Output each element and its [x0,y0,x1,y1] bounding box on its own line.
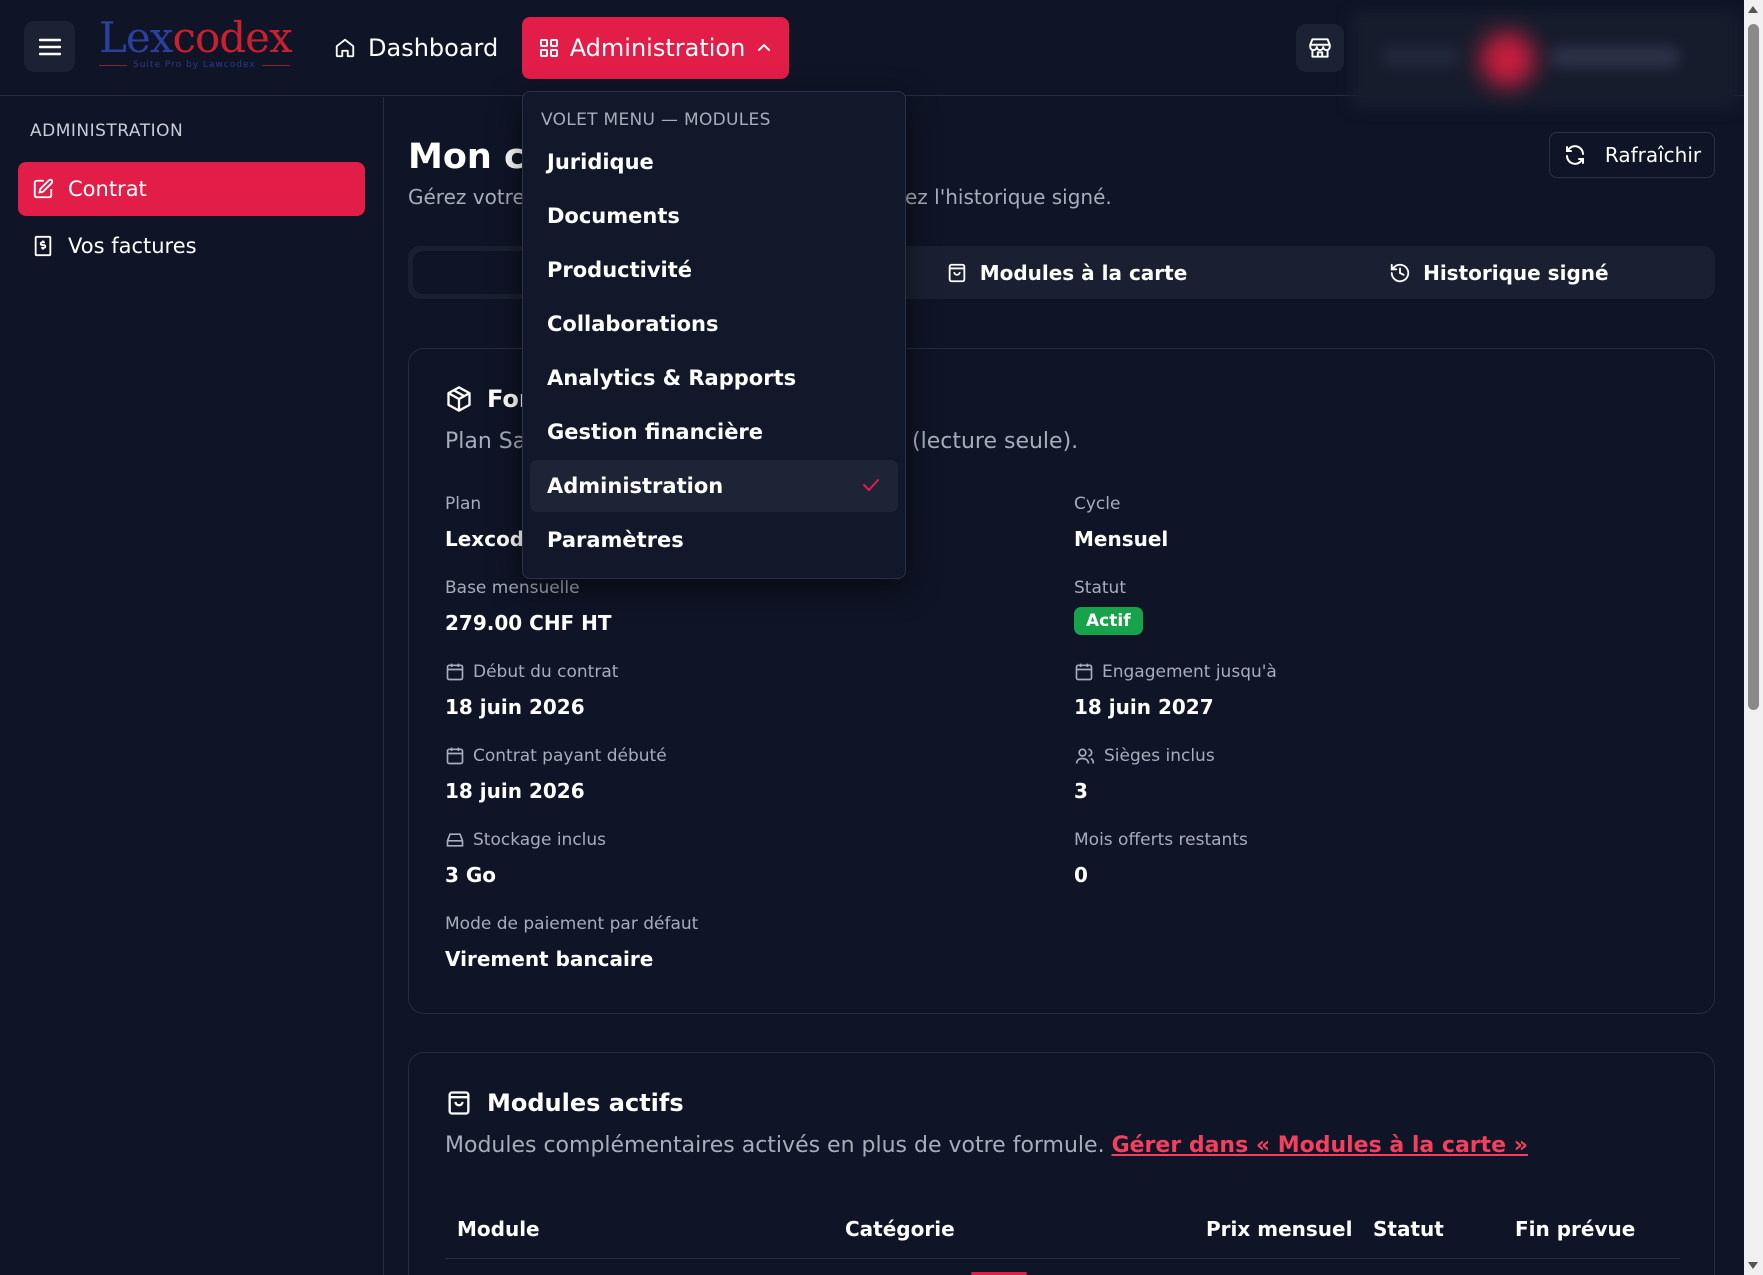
column-header-module[interactable]: Module [457,1217,540,1241]
store-button[interactable] [1296,24,1344,72]
top-header: Lexcodex Suite Pro by Lawcodex Dashboard… [0,0,1744,110]
menu-item-parametres[interactable]: Paramètres [530,514,898,566]
table-header-divider [445,1258,1680,1259]
hamburger-icon [38,38,61,55]
tab-label: Historique signé [1423,260,1609,285]
menu-item-productivite[interactable]: Productivité [530,244,898,296]
field-statut: Statut Actif [1074,577,1634,635]
nav-administration-button[interactable]: Administration [522,17,789,79]
formula-card-subtitle-left: Plan Sa [445,429,527,454]
page-subtitle-left: Gérez votre [408,185,525,209]
menu-item-analytics[interactable]: Analytics & Rapports [530,352,898,404]
sidebar-item-label: Contrat [68,177,147,201]
manage-modules-link[interactable]: Gérer dans « Modules à la carte » [1112,1133,1528,1158]
contract-edit-icon [33,178,54,199]
grid-icon [539,39,558,57]
field-sieges: Sièges inclus 3 [1074,746,1215,803]
tab-modules-a-la-carte[interactable]: Modules à la carte [850,246,1282,299]
shopping-bag-icon [948,263,965,282]
calendar-icon [1075,663,1093,681]
formula-card-subtitle-right: (lecture seule). [912,429,1079,454]
field-cycle: Cycle Mensuel [1074,494,1169,551]
column-header-statut[interactable]: Statut [1373,1217,1444,1241]
check-icon [863,479,879,491]
store-icon [1309,38,1331,58]
sidebar-item-contrat[interactable]: Contrat [18,162,365,216]
refresh-icon [1565,145,1584,165]
calendar-icon [446,747,464,765]
menu-item-collaborations[interactable]: Collaborations [530,298,898,350]
sidebar-item-label: Vos factures [68,234,197,258]
users-icon [1075,748,1095,764]
field-base-mensuelle: Base mensuelle 279.00 CHF HT [445,578,612,635]
menu-item-juridique[interactable]: Juridique [530,136,898,188]
modules-card: Modules actifs Modules complémentaires a… [408,1052,1715,1275]
history-icon [1390,263,1410,282]
page-subtitle-right: ez l'historique signé. [905,185,1112,209]
scroll-up-arrow-icon[interactable] [1748,6,1758,13]
tab-label: Modules à la carte [979,260,1188,285]
nav-administration-label: Administration [569,34,746,62]
status-badge: Actif [1074,607,1143,635]
dropdown-heading: VOLET MENU — MODULES [541,110,771,130]
scroll-down-arrow-icon[interactable] [1748,1262,1758,1269]
sidebar-heading: ADMINISTRATION [30,121,184,141]
column-header-fin-prevue[interactable]: Fin prévue [1515,1217,1635,1241]
hamburger-menu-button[interactable] [24,21,75,72]
formula-card-title: For [445,385,531,413]
tab-historique-signe[interactable]: Historique signé [1283,246,1715,299]
menu-item-administration[interactable]: Administration [530,460,898,512]
lexcodex-logo[interactable]: Lexcodex Suite Pro by Lawcodex [99,14,299,76]
nav-dashboard-label: Dashboard [368,34,499,62]
menu-item-documents[interactable]: Documents [530,190,898,242]
field-mode-paiement: Mode de paiement par défaut Virement ban… [445,914,699,971]
hard-drive-icon [446,833,464,847]
field-stockage: Stockage inclus 3 Go [445,830,607,887]
field-contrat-payant: Contrat payant débuté 18 juin 2026 [445,746,667,803]
field-debut-contrat: Début du contrat 18 juin 2026 [445,662,619,719]
scrollbar-thumb[interactable] [1748,24,1759,710]
refresh-button[interactable]: Rafraîchir [1549,132,1715,178]
calendar-icon [446,663,464,681]
invoice-icon [34,235,52,257]
page-scrollbar[interactable] [1744,0,1763,1275]
chevron-up-icon [758,43,771,51]
field-engagement: Engagement jusqu'à 18 juin 2027 [1074,662,1277,719]
home-icon [335,38,355,58]
package-icon [447,386,471,412]
modules-card-subtitle: Modules complémentaires activés en plus … [445,1133,1528,1158]
modules-dropdown-menu: VOLET MENU — MODULES Juridique Documents… [522,91,906,579]
refresh-label: Rafraîchir [1604,143,1702,167]
field-mois-offerts: Mois offerts restants 0 [1074,830,1248,887]
shopping-bag-icon [448,1091,470,1115]
menu-item-gestion-financiere[interactable]: Gestion financière [530,406,898,458]
sidebar-item-factures[interactable]: Vos factures [18,219,365,273]
user-profile-area[interactable] [1350,10,1740,110]
column-header-categorie[interactable]: Catégorie [845,1217,955,1241]
modules-card-title: Modules actifs [445,1089,684,1117]
nav-dashboard[interactable]: Dashboard [334,28,498,68]
column-header-prix[interactable]: Prix mensuel [1206,1217,1352,1241]
sidebar: ADMINISTRATION Contrat Vos factures [0,97,384,1275]
